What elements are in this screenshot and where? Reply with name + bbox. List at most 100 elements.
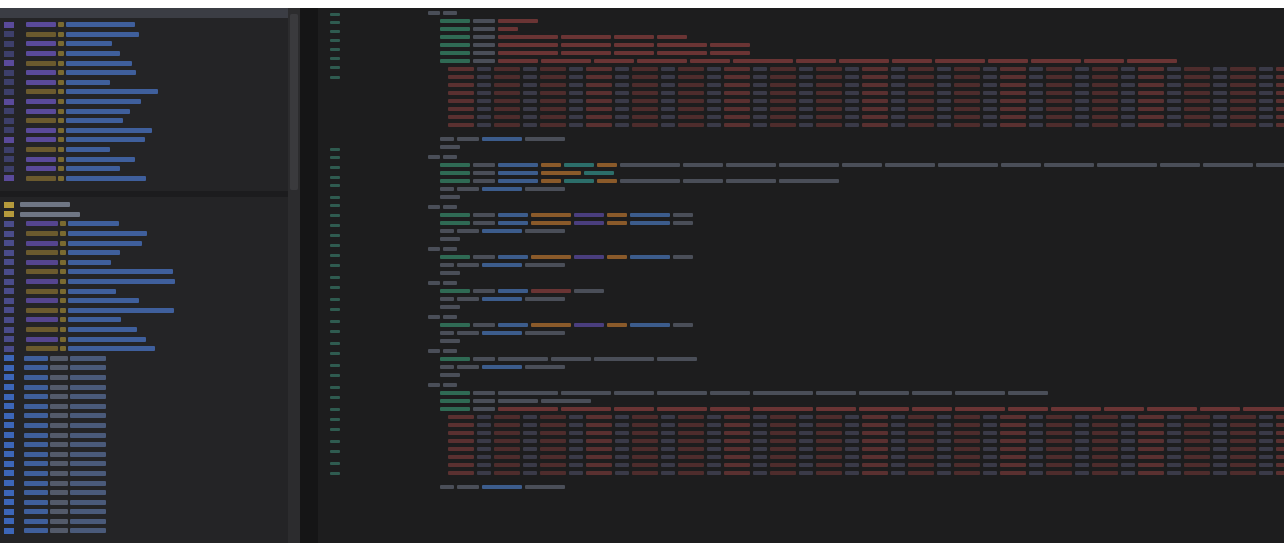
tree-item[interactable]	[0, 286, 288, 296]
code-line[interactable]	[448, 106, 1284, 112]
code-line[interactable]	[428, 10, 460, 16]
code-line[interactable]	[440, 236, 463, 242]
tree-item[interactable]	[0, 258, 288, 268]
code-line[interactable]	[440, 356, 700, 362]
tree-item[interactable]	[0, 325, 288, 335]
tree-item[interactable]	[0, 449, 288, 459]
code-line[interactable]	[448, 438, 1284, 444]
code-line[interactable]	[440, 220, 696, 226]
tree-item[interactable]	[0, 354, 288, 364]
tree-item[interactable]	[0, 164, 288, 174]
tree-item[interactable]	[0, 315, 288, 325]
code-line[interactable]	[440, 304, 463, 310]
code-line[interactable]	[448, 74, 1284, 80]
code-line[interactable]	[448, 90, 1284, 96]
tree-item[interactable]	[0, 421, 288, 431]
tree-item[interactable]	[0, 126, 288, 136]
code-line[interactable]	[428, 314, 460, 320]
code-line[interactable]	[428, 280, 460, 286]
symbol-tree-top[interactable]	[0, 20, 288, 183]
code-line[interactable]	[440, 26, 521, 32]
code-line[interactable]	[440, 144, 463, 150]
code-line[interactable]	[440, 322, 696, 328]
code-line[interactable]	[440, 398, 594, 404]
tree-item[interactable]	[0, 469, 288, 479]
code-line[interactable]	[448, 430, 1284, 436]
tree-item[interactable]	[0, 49, 288, 59]
code-line[interactable]	[440, 162, 1284, 168]
code-line[interactable]	[428, 348, 460, 354]
code-line[interactable]	[440, 338, 463, 344]
tree-item[interactable]	[0, 392, 288, 402]
tree-item[interactable]	[0, 78, 288, 88]
sidebar-divider[interactable]	[0, 191, 300, 197]
tree-item[interactable]	[0, 238, 288, 248]
code-line[interactable]	[448, 98, 1284, 104]
tree-item[interactable]	[0, 363, 288, 373]
tree-item[interactable]	[0, 154, 288, 164]
tree-item[interactable]	[0, 116, 288, 126]
tree-item[interactable]	[0, 248, 288, 258]
tree-item[interactable]	[0, 229, 288, 239]
code-line[interactable]	[448, 414, 1284, 420]
tree-item[interactable]	[0, 344, 288, 354]
tree-item[interactable]	[0, 488, 288, 498]
code-area[interactable]	[418, 8, 1284, 543]
tree-item[interactable]	[0, 440, 288, 450]
code-line[interactable]	[440, 296, 568, 302]
code-line[interactable]	[448, 82, 1284, 88]
code-line[interactable]	[440, 228, 568, 234]
tree-item[interactable]	[0, 401, 288, 411]
tree-item[interactable]	[0, 20, 288, 30]
tree-item[interactable]	[0, 497, 288, 507]
tree-item[interactable]	[0, 219, 288, 229]
tree-item[interactable]	[0, 459, 288, 469]
tree-item[interactable]	[0, 267, 288, 277]
tree-item[interactable]	[0, 277, 288, 287]
tree-item[interactable]	[0, 200, 288, 210]
tree-item[interactable]	[0, 97, 288, 107]
code-line[interactable]	[440, 390, 1051, 396]
tree-item[interactable]	[0, 174, 288, 184]
code-line[interactable]	[448, 470, 1284, 476]
code-line[interactable]	[440, 50, 753, 56]
tree-item[interactable]	[0, 517, 288, 527]
tree-item[interactable]	[0, 373, 288, 383]
code-line[interactable]	[440, 170, 617, 176]
code-line[interactable]	[440, 58, 1180, 64]
pane-splitter[interactable]	[300, 8, 318, 543]
code-line[interactable]	[428, 204, 460, 210]
tree-item[interactable]	[0, 58, 288, 68]
code-line[interactable]	[440, 262, 568, 268]
code-line[interactable]	[440, 484, 568, 490]
code-line[interactable]	[440, 178, 842, 184]
sidebar-scroll-thumb[interactable]	[290, 14, 298, 190]
code-line[interactable]	[448, 66, 1284, 72]
tree-item[interactable]	[0, 145, 288, 155]
tree-item[interactable]	[0, 526, 288, 536]
tree-item[interactable]	[0, 334, 288, 344]
code-line[interactable]	[440, 136, 568, 142]
code-line[interactable]	[440, 34, 690, 40]
code-line[interactable]	[440, 406, 1284, 412]
tree-item[interactable]	[0, 382, 288, 392]
symbol-tree-bottom[interactable]	[0, 200, 288, 536]
tree-item[interactable]	[0, 306, 288, 316]
code-line[interactable]	[440, 186, 568, 192]
tree-item[interactable]	[0, 210, 288, 220]
tree-item[interactable]	[0, 39, 288, 49]
code-line[interactable]	[448, 114, 1284, 120]
code-editor[interactable]	[318, 8, 1284, 543]
tree-item[interactable]	[0, 106, 288, 116]
code-line[interactable]	[440, 212, 696, 218]
code-line[interactable]	[428, 382, 460, 388]
code-line[interactable]	[440, 330, 568, 336]
tree-item[interactable]	[0, 135, 288, 145]
code-line[interactable]	[448, 122, 1284, 128]
tree-item[interactable]	[0, 87, 288, 97]
code-line[interactable]	[440, 288, 607, 294]
tree-item[interactable]	[0, 478, 288, 488]
tree-item[interactable]	[0, 411, 288, 421]
tree-item[interactable]	[0, 296, 288, 306]
code-line[interactable]	[448, 446, 1284, 452]
